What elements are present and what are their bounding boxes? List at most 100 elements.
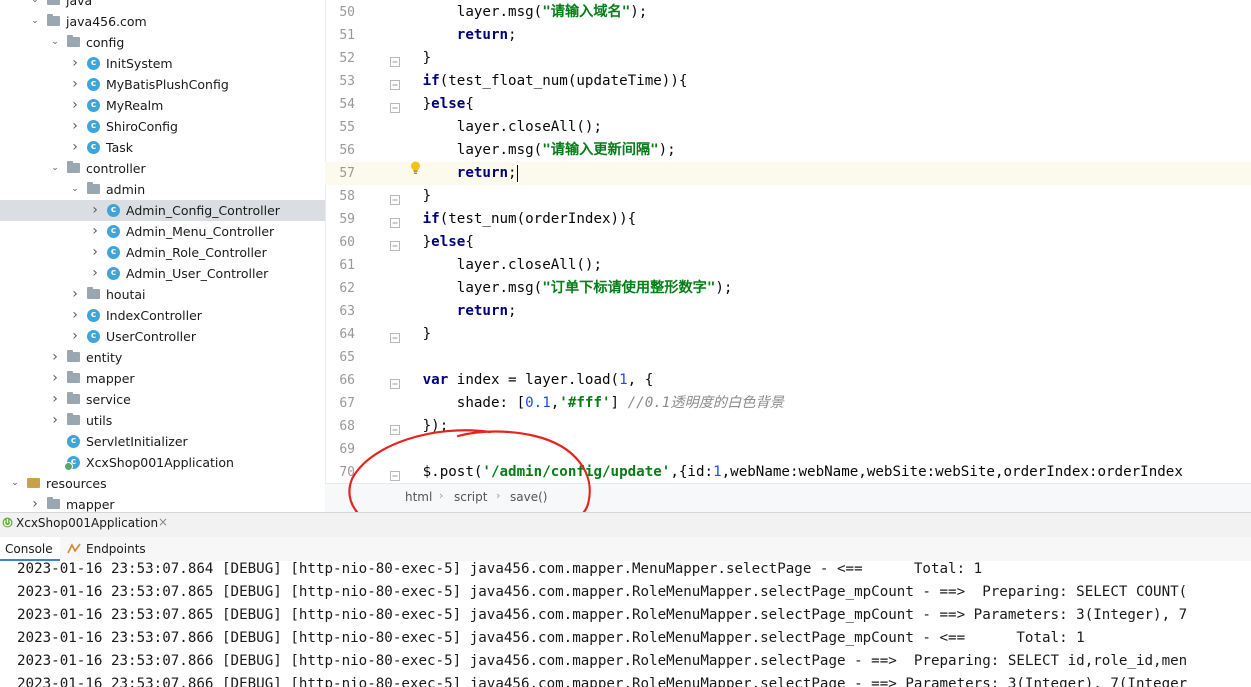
run-tab-label[interactable]: XcxShop001Application	[16, 516, 158, 530]
tree-item[interactable]: ⌄ config	[0, 32, 325, 53]
chevron-right-icon[interactable]: ›	[70, 53, 80, 74]
tree-item[interactable]: › c ShiroConfig	[0, 116, 325, 137]
tree-item[interactable]: c XcxShop001Application	[0, 452, 325, 473]
tree-item[interactable]: › c Admin_Menu_Controller	[0, 221, 325, 242]
chevron-down-icon[interactable]: ⌄	[30, 0, 40, 11]
fold-marker-icon[interactable]	[389, 214, 401, 228]
breadcrumb-save[interactable]: save()	[510, 490, 547, 504]
code-line[interactable]: }else{	[397, 231, 1251, 254]
tree-item-label: Admin_User_Controller	[126, 266, 269, 281]
code-line[interactable]: layer.closeAll();	[397, 254, 1251, 277]
fold-marker-icon[interactable]	[389, 329, 401, 343]
chevron-right-icon[interactable]: ›	[50, 347, 60, 368]
tree-item[interactable]: ⌄ admin	[0, 179, 325, 200]
tree-item[interactable]: ⌄ resources	[0, 473, 325, 494]
code-line[interactable]: shade: [0.1,'#fff'] //0.1透明度的白色背景	[397, 392, 1251, 415]
tree-item[interactable]: › c MyRealm	[0, 95, 325, 116]
fold-marker-icon[interactable]	[389, 375, 401, 389]
code-line[interactable]: layer.closeAll();	[397, 116, 1251, 139]
fold-marker-icon[interactable]	[389, 467, 401, 481]
code-line[interactable]: $.post('/admin/config/update',{id:1,webN…	[397, 461, 1251, 483]
chevron-right-icon[interactable]: ›	[70, 137, 80, 158]
chevron-right-icon[interactable]: ›	[70, 116, 80, 137]
chevron-right-icon[interactable]: ›	[70, 74, 80, 95]
tree-item[interactable]: › c UserController	[0, 326, 325, 347]
code-line[interactable]: }	[397, 47, 1251, 70]
code-line[interactable]: }	[397, 323, 1251, 346]
tree-item[interactable]: ⌄ controller	[0, 158, 325, 179]
console-output[interactable]: 2023-01-16 23:53:07.864 [DEBUG] [http-ni…	[0, 561, 1251, 687]
chevron-right-icon[interactable]: ›	[50, 368, 60, 389]
chevron-right-icon[interactable]: ›	[50, 389, 60, 410]
line-number: 50	[339, 5, 355, 20]
tree-item[interactable]: › mapper	[0, 494, 325, 512]
tree-item[interactable]: › c Admin_User_Controller	[0, 263, 325, 284]
fold-marker-icon[interactable]	[389, 191, 401, 205]
tab-console[interactable]: Console	[0, 537, 60, 561]
chevron-right-icon[interactable]: ›	[90, 263, 100, 284]
fold-marker-icon[interactable]	[389, 421, 401, 435]
tree-item[interactable]: ⌄ java	[0, 0, 325, 11]
code-line[interactable]: var index = layer.load(1, {	[397, 369, 1251, 392]
folder-icon	[67, 35, 80, 47]
tree-item[interactable]: › c Admin_Config_Controller	[0, 200, 325, 221]
chevron-right-icon: ›	[439, 489, 444, 502]
class-icon: c	[87, 57, 100, 70]
code-line[interactable]: layer.msg("请输入域名");	[397, 1, 1251, 24]
code-line[interactable]: if(test_float_num(updateTime)){	[397, 70, 1251, 93]
code-line[interactable]: layer.msg("请输入更新间隔");	[397, 139, 1251, 162]
code-line[interactable]: return;	[397, 162, 1251, 185]
code-editor[interactable]: layer.msg("请输入域名"); return; } if(test_fl…	[397, 0, 1251, 483]
close-icon[interactable]: ×	[158, 515, 168, 529]
tree-item[interactable]: › c Task	[0, 137, 325, 158]
fold-marker-icon[interactable]	[389, 237, 401, 251]
tree-item[interactable]: › c InitSystem	[0, 53, 325, 74]
fold-marker-icon[interactable]	[389, 99, 401, 113]
chevron-right-icon[interactable]: ›	[30, 494, 40, 512]
tree-item[interactable]: › c MyBatisPlushConfig	[0, 74, 325, 95]
chevron-down-icon[interactable]: ⌄	[30, 11, 40, 32]
tab-console-label: Console	[5, 542, 53, 556]
folder-icon	[67, 392, 80, 404]
code-line[interactable]: return;	[397, 24, 1251, 47]
tree-item[interactable]: › service	[0, 389, 325, 410]
tree-item[interactable]: › entity	[0, 347, 325, 368]
code-line[interactable]: if(test_num(orderIndex)){	[397, 208, 1251, 231]
breadcrumb-script[interactable]: script	[454, 490, 487, 504]
chevron-down-icon[interactable]: ⌄	[70, 179, 80, 200]
code-line[interactable]: return;	[397, 300, 1251, 323]
fold-marker-icon[interactable]	[389, 76, 401, 90]
code-line[interactable]	[397, 438, 1251, 461]
tree-item[interactable]: › utils	[0, 410, 325, 431]
chevron-right-icon[interactable]: ›	[90, 200, 100, 221]
project-tree[interactable]: ⌄ java ⌄ java456.com ⌄ config › c InitSystem › c My…	[0, 0, 325, 512]
code-line[interactable]: layer.msg("订单下标请使用整形数字");	[397, 277, 1251, 300]
chevron-right-icon[interactable]: ›	[70, 305, 80, 326]
chevron-right-icon[interactable]: ›	[50, 410, 60, 431]
tree-item[interactable]: › c IndexController	[0, 305, 325, 326]
code-line[interactable]: }	[397, 185, 1251, 208]
chevron-right-icon[interactable]: ›	[70, 326, 80, 347]
tree-item[interactable]: › houtai	[0, 284, 325, 305]
tree-item[interactable]: c ServletInitializer	[0, 431, 325, 452]
tab-endpoints[interactable]: Endpoints	[86, 542, 146, 556]
tree-item-label: IndexController	[106, 308, 202, 323]
chevron-right-icon[interactable]: ›	[70, 95, 80, 116]
tree-item[interactable]: › c Admin_Role_Controller	[0, 242, 325, 263]
chevron-down-icon[interactable]: ⌄	[50, 158, 60, 179]
breadcrumb-html[interactable]: html	[405, 490, 432, 504]
code-line[interactable]: });	[397, 415, 1251, 438]
code-line[interactable]: }else{	[397, 93, 1251, 116]
tree-item[interactable]: › mapper	[0, 368, 325, 389]
code-line[interactable]	[397, 346, 1251, 369]
fold-marker-icon[interactable]	[389, 53, 401, 67]
tree-item[interactable]: ⌄ java456.com	[0, 11, 325, 32]
chevron-down-icon[interactable]: ⌄	[10, 473, 20, 494]
chevron-right-icon[interactable]: ›	[90, 221, 100, 242]
chevron-down-icon[interactable]: ⌄	[50, 32, 60, 53]
chevron-right-icon[interactable]: ›	[90, 242, 100, 263]
chevron-right-icon[interactable]: ›	[70, 284, 80, 305]
console-line: 2023-01-16 23:53:07.866 [DEBUG] [http-ni…	[17, 676, 1188, 687]
lightbulb-icon[interactable]	[410, 161, 421, 175]
tree-item-label: service	[86, 392, 131, 407]
